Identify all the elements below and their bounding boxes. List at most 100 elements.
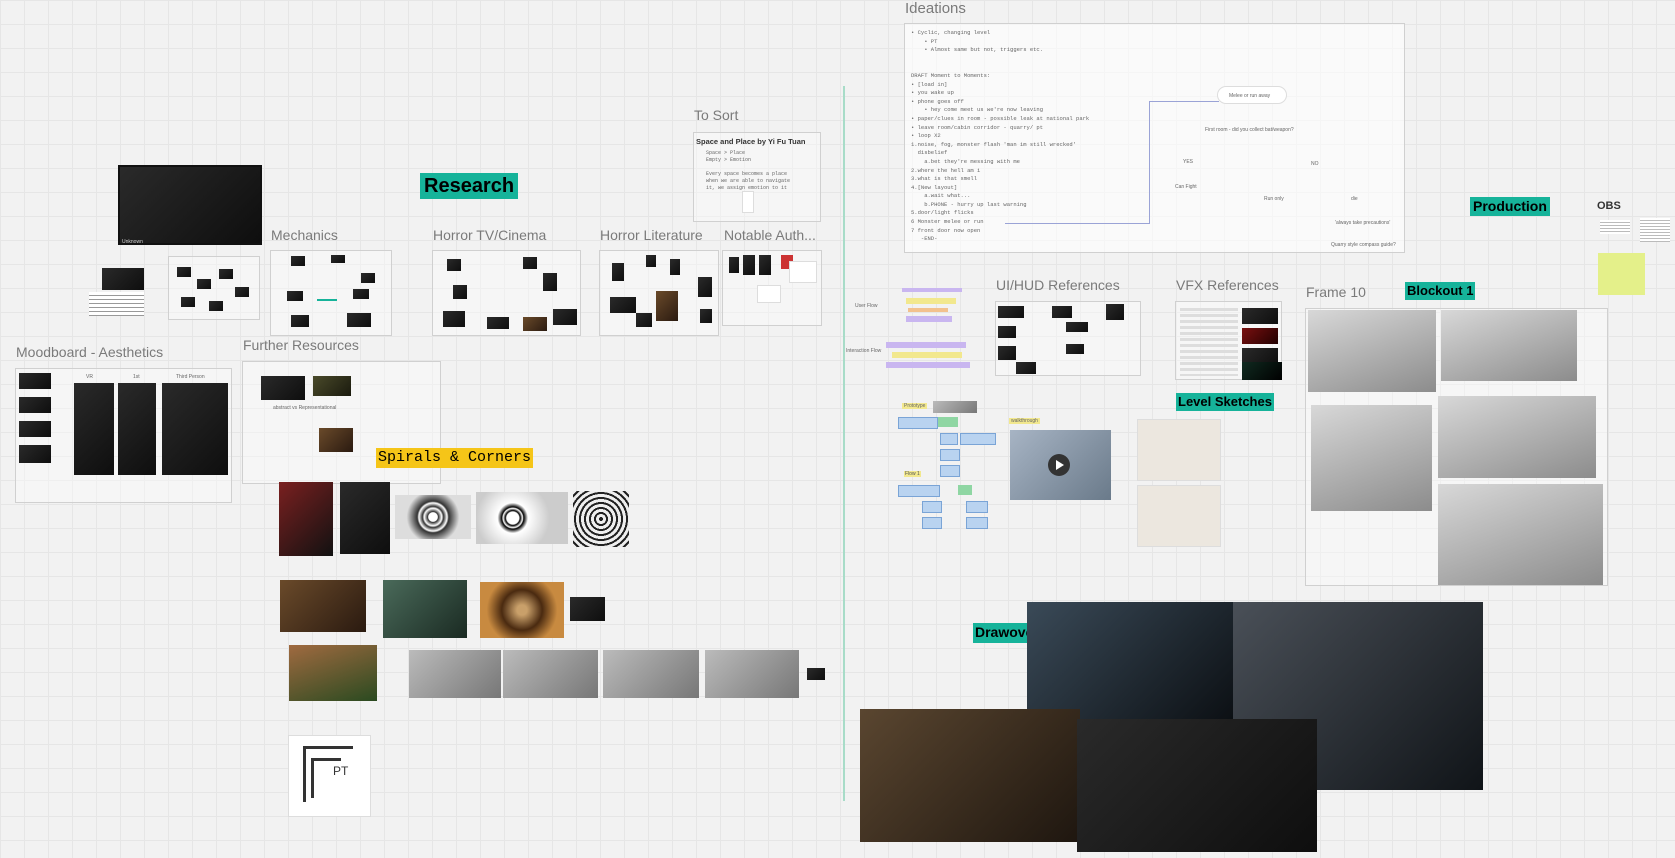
- to-sort-title[interactable]: To Sort: [694, 107, 738, 123]
- moodboard-col-1st: 1st: [133, 374, 140, 380]
- drawover-image[interactable]: [1027, 602, 1233, 719]
- play-icon[interactable]: [1048, 454, 1070, 476]
- film-still[interactable]: [280, 580, 366, 632]
- flow-node: [902, 288, 962, 292]
- pt-sketch[interactable]: PT: [288, 735, 371, 817]
- mechanics-image: [361, 273, 375, 283]
- spiral-image[interactable]: [279, 482, 333, 556]
- book-cover: [636, 313, 652, 327]
- research-tag[interactable]: Research: [420, 173, 519, 199]
- film-still[interactable]: [503, 650, 598, 698]
- horror-tv-frame[interactable]: [432, 250, 581, 336]
- ui-hud-frame[interactable]: [995, 301, 1141, 376]
- spiral-image[interactable]: [573, 491, 629, 547]
- flow-box: [940, 465, 960, 477]
- moodboard-title[interactable]: Moodboard - Aesthetics: [16, 344, 163, 360]
- film-still[interactable]: [383, 580, 467, 638]
- film-still[interactable]: [289, 645, 377, 701]
- film-still[interactable]: [603, 650, 699, 698]
- decision-yes: YES: [1183, 159, 1194, 165]
- drawover-image[interactable]: [860, 709, 1080, 842]
- hud-image: [998, 346, 1016, 360]
- section-divider: [843, 86, 845, 801]
- flow-node: [886, 342, 966, 348]
- decision-run-only: Run only: [1264, 196, 1284, 202]
- flow-box: [898, 417, 938, 429]
- film-still[interactable]: [570, 597, 605, 621]
- frame10-title[interactable]: Frame 10: [1306, 284, 1366, 300]
- flow-node: [892, 352, 962, 358]
- obs-sticky-note[interactable]: [1598, 253, 1645, 295]
- horror-lit-title[interactable]: Horror Literature: [600, 227, 703, 243]
- horror-tv-title[interactable]: Horror TV/Cinema: [433, 227, 546, 243]
- production-tag[interactable]: Production: [1470, 197, 1550, 216]
- further-resources-title[interactable]: Further Resources: [243, 337, 359, 353]
- resource-image: [313, 376, 351, 396]
- ideations-title[interactable]: Ideations: [905, 0, 966, 17]
- mechanics-image: [291, 315, 309, 327]
- flow-label: Flow 1: [904, 471, 921, 477]
- decision-note: 'always take precautions': [1335, 220, 1391, 226]
- film-still[interactable]: [807, 668, 825, 680]
- vfx-image: [1242, 328, 1278, 344]
- research-thumb-image[interactable]: [102, 268, 144, 290]
- flow-box: [966, 517, 988, 529]
- interaction-flow-diagram[interactable]: [882, 336, 984, 378]
- hud-image: [1016, 362, 1036, 374]
- book-cover: [698, 277, 712, 297]
- horror-lit-frame[interactable]: [599, 250, 719, 336]
- mechanics-title[interactable]: Mechanics: [271, 227, 338, 243]
- book-cover: [646, 255, 656, 267]
- notable-authors-title[interactable]: Notable Auth...: [724, 227, 816, 243]
- cluster-image: [177, 267, 191, 277]
- horror-tv-image: [553, 309, 577, 325]
- spirals-corners-tag[interactable]: Spirals & Corners: [376, 448, 534, 468]
- author-photo: [743, 255, 755, 275]
- horror-tv-image: [453, 285, 467, 299]
- decision-q1: First room - did you collect bat/weapon?: [1205, 127, 1294, 133]
- film-still[interactable]: [409, 650, 501, 698]
- vfx-image: [1242, 308, 1278, 324]
- film-still[interactable]: [705, 650, 799, 698]
- moodboard-col-third: Third Person: [176, 374, 205, 380]
- frame10[interactable]: [1305, 308, 1608, 586]
- connector-line: [1149, 101, 1219, 102]
- drawover-image[interactable]: [1077, 719, 1317, 852]
- moodboard-image: [19, 421, 51, 437]
- book-cover: [670, 259, 680, 275]
- flow-box: [940, 449, 960, 461]
- vfx-title[interactable]: VFX References: [1176, 277, 1279, 293]
- blockout-image: [1308, 310, 1436, 392]
- blockout-tag[interactable]: Blockout 1: [1405, 282, 1476, 300]
- spiral-image[interactable]: [476, 492, 568, 544]
- research-cluster[interactable]: [168, 256, 260, 320]
- film-still[interactable]: [480, 582, 564, 638]
- to-sort-frame[interactable]: Space and Place by Yi Fu Tuan Space > Pl…: [693, 132, 821, 222]
- spiral-image[interactable]: [395, 495, 471, 539]
- moodboard-column-vr: [74, 383, 114, 475]
- research-collage-image[interactable]: Unknown: [118, 165, 262, 245]
- vfx-frame[interactable]: [1175, 301, 1282, 380]
- prototype-header[interactable]: [933, 401, 977, 413]
- level-sketch-image[interactable]: [1137, 419, 1221, 481]
- prototype-flowchart[interactable]: Flow 1: [896, 413, 1000, 543]
- book-cover: [700, 309, 712, 323]
- ideations-frame[interactable]: • Cyclic, changing level • PT • Almost s…: [904, 23, 1405, 253]
- moodboard-col-vr: VR: [86, 374, 93, 380]
- decision-root[interactable]: Melee or run away: [1217, 86, 1287, 104]
- notable-authors-frame[interactable]: [722, 250, 822, 326]
- horror-tv-image: [443, 311, 465, 327]
- walkthrough-video[interactable]: [1010, 430, 1111, 500]
- user-flow-diagram[interactable]: [880, 284, 982, 342]
- level-sketch-image[interactable]: [1137, 485, 1221, 547]
- blockout-image: [1438, 484, 1603, 585]
- horror-tv-image: [543, 273, 557, 291]
- moodboard-frame[interactable]: VR 1st Third Person: [15, 368, 232, 503]
- to-sort-card[interactable]: [742, 191, 754, 213]
- level-sketches-tag[interactable]: Level Sketches: [1176, 393, 1274, 411]
- ui-hud-title[interactable]: UI/HUD References: [996, 277, 1120, 293]
- spiral-image[interactable]: [340, 482, 390, 554]
- research-table-image[interactable]: [89, 292, 144, 316]
- mechanics-frame[interactable]: [270, 250, 392, 336]
- obs-tag[interactable]: OBS: [1597, 200, 1621, 212]
